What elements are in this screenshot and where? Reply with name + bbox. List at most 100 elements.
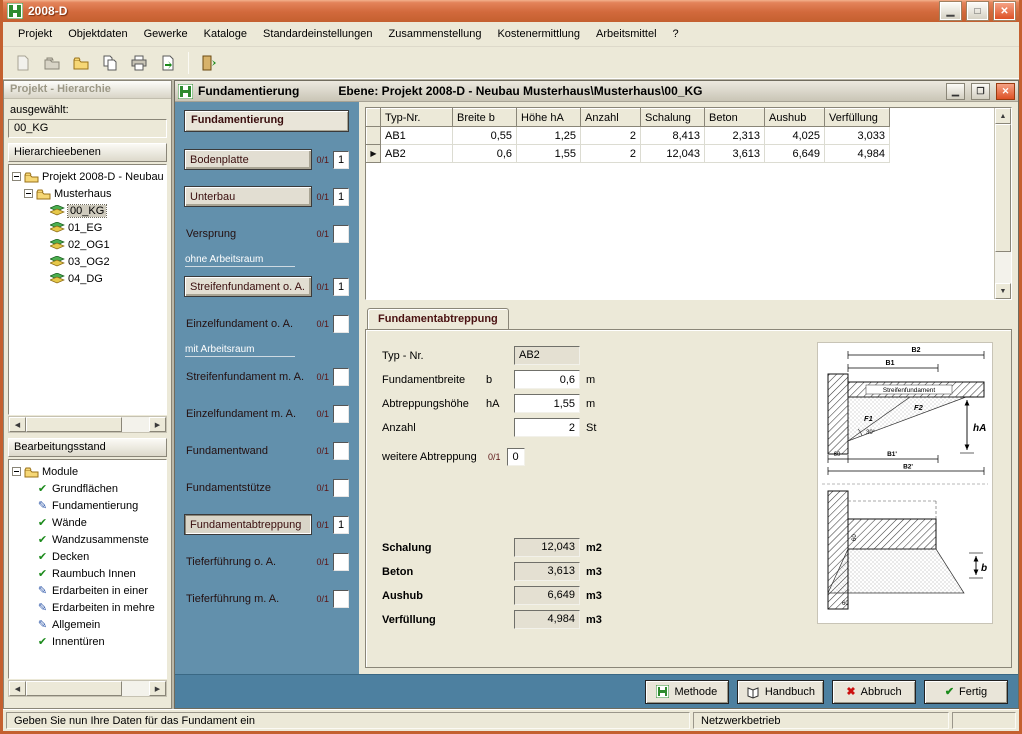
- section-ohne-arbeitsraum: ohne Arbeitsraum: [185, 254, 295, 267]
- scroll-up-icon[interactable]: ▲: [995, 108, 1011, 124]
- maximize-button[interactable]: □: [967, 2, 988, 20]
- fundamentwand-button[interactable]: Fundamentwand: [184, 445, 312, 457]
- fundamentstuetze-button[interactable]: Fundamentstütze: [184, 482, 312, 494]
- unterbau-button[interactable]: Unterbau: [184, 186, 312, 207]
- count-field[interactable]: [333, 553, 349, 571]
- grid-row-ab1[interactable]: AB1 0,55 1,25 2 8,413 2,313 4,025 3,033: [367, 127, 890, 145]
- count-field[interactable]: 1: [333, 516, 349, 534]
- export-icon[interactable]: [155, 50, 181, 76]
- menu-zusammenstellung[interactable]: Zusammenstellung: [382, 25, 489, 43]
- einzelfundament-oa-button[interactable]: Einzelfundament o. A.: [184, 318, 312, 330]
- col-schalung[interactable]: Schalung: [641, 109, 705, 127]
- count-field[interactable]: [333, 225, 349, 243]
- scroll-down-icon[interactable]: ▼: [995, 283, 1011, 299]
- module-item[interactable]: ✎Fundamentierung: [10, 497, 165, 514]
- module-item[interactable]: ✔Innentüren: [10, 633, 165, 650]
- scrollbar-thumb[interactable]: [995, 124, 1011, 252]
- count-field[interactable]: [333, 368, 349, 386]
- streifenfundament-oa-button[interactable]: Streifenfundament o. A.: [184, 276, 312, 297]
- anzahl-input[interactable]: [514, 418, 580, 437]
- col-aushub[interactable]: Aushub: [765, 109, 825, 127]
- count-field[interactable]: 1: [333, 151, 349, 169]
- tree-node-project[interactable]: Projekt 2008-D - Neubau: [10, 168, 165, 185]
- col-verfuellung[interactable]: Verfüllung: [825, 109, 890, 127]
- fundamentbreite-input[interactable]: [514, 370, 580, 389]
- module-item[interactable]: ✔Wandzusammenste: [10, 531, 165, 548]
- tree-leaf-02og1[interactable]: 02_OG1: [10, 236, 165, 253]
- restore-button[interactable]: ❐: [971, 83, 990, 100]
- fundamentabtreppung-panel: Typ - Nr. AB2 Fundamentbreite b m: [365, 329, 1012, 668]
- open-project-icon[interactable]: [39, 50, 65, 76]
- tieferfuehrung-ma-button[interactable]: Tieferführung m. A.: [184, 593, 312, 605]
- module-item[interactable]: ✔Wände: [10, 514, 165, 531]
- count-field[interactable]: [333, 479, 349, 497]
- count-field[interactable]: [333, 590, 349, 608]
- scroll-left-icon[interactable]: ◀: [9, 681, 26, 696]
- minimize-button[interactable]: ▁: [946, 83, 965, 100]
- col-anzahl[interactable]: Anzahl: [581, 109, 641, 127]
- collapse-icon[interactable]: [12, 467, 21, 476]
- collapse-icon[interactable]: [24, 189, 33, 198]
- menu-gewerke[interactable]: Gewerke: [137, 25, 195, 43]
- col-beton[interactable]: Beton: [705, 109, 765, 127]
- new-document-icon[interactable]: [10, 50, 36, 76]
- tab-fundamentabtreppung[interactable]: Fundamentabtreppung: [367, 308, 509, 329]
- module-item[interactable]: ✔Raumbuch Innen: [10, 565, 165, 582]
- collapse-icon[interactable]: [12, 172, 21, 181]
- menu-arbeitsmittel[interactable]: Arbeitsmittel: [589, 25, 664, 43]
- minimize-button[interactable]: ▁: [940, 2, 961, 20]
- module-item[interactable]: ✎Erdarbeiten in mehre: [10, 599, 165, 616]
- scroll-right-icon[interactable]: ▶: [149, 417, 166, 432]
- bodenplatte-button[interactable]: Bodenplatte: [184, 149, 312, 170]
- abbruch-button[interactable]: ✖ Abbruch: [832, 680, 916, 704]
- scrollbar-thumb[interactable]: [26, 681, 122, 696]
- scrollbar-thumb[interactable]: [26, 417, 122, 432]
- module-item[interactable]: ✎Allgemein: [10, 616, 165, 633]
- unit-m: m: [586, 398, 595, 410]
- print-icon[interactable]: [126, 50, 152, 76]
- count-field[interactable]: 1: [333, 188, 349, 206]
- col-typ-nr[interactable]: Typ-Nr.: [381, 109, 453, 127]
- col-hoehe-ha[interactable]: Höhe hA: [517, 109, 581, 127]
- tieferfuehrung-oa-button[interactable]: Tieferführung o. A.: [184, 556, 312, 568]
- grid-row-ab2-selected[interactable]: ▶ AB2 0,6 1,55 2 12,043 3,613 6,649 4,98…: [367, 145, 890, 163]
- copy-icon[interactable]: [97, 50, 123, 76]
- count-field[interactable]: [333, 405, 349, 423]
- streifenfundament-ma-button[interactable]: Streifenfundament m. A.: [184, 371, 312, 383]
- count-field[interactable]: [333, 315, 349, 333]
- close-button[interactable]: ✕: [996, 83, 1015, 100]
- tree-leaf-00kg[interactable]: 00_KG: [10, 202, 165, 219]
- count-field[interactable]: 1: [333, 278, 349, 296]
- tree-node-module[interactable]: Module: [10, 463, 165, 480]
- weitere-abtreppung-field[interactable]: 0: [507, 448, 525, 466]
- fertig-button[interactable]: ✔ Fertig: [924, 680, 1008, 704]
- tree-leaf-01eg[interactable]: 01_EG: [10, 219, 165, 236]
- tree-node-label: Projekt 2008-D - Neubau: [42, 171, 164, 183]
- abtreppungshoehe-input[interactable]: [514, 394, 580, 413]
- module-item[interactable]: ✔Grundflächen: [10, 480, 165, 497]
- tree-leaf-03og2[interactable]: 03_OG2: [10, 253, 165, 270]
- einzelfundament-ma-button[interactable]: Einzelfundament m. A.: [184, 408, 312, 420]
- close-button[interactable]: ✕: [994, 2, 1015, 20]
- svg-text:F2: F2: [914, 403, 924, 412]
- module-item[interactable]: ✎Erdarbeiten in einer: [10, 582, 165, 599]
- menu-objektdaten[interactable]: Objektdaten: [61, 25, 134, 43]
- menu-kataloge[interactable]: Kataloge: [197, 25, 254, 43]
- exit-icon[interactable]: [196, 50, 222, 76]
- module-item[interactable]: ✔Decken: [10, 548, 165, 565]
- methode-button[interactable]: Methode: [645, 680, 729, 704]
- versprung-button[interactable]: Versprung: [184, 228, 312, 240]
- scroll-right-icon[interactable]: ▶: [149, 681, 166, 696]
- menu-standardeinstellungen[interactable]: Standardeinstellungen: [256, 25, 379, 43]
- menu-help[interactable]: ?: [666, 25, 686, 43]
- fundamentabtreppung-button[interactable]: Fundamentabtreppung: [184, 514, 312, 535]
- folder-icon[interactable]: [68, 50, 94, 76]
- tree-node-musterhaus[interactable]: Musterhaus: [10, 185, 165, 202]
- count-field[interactable]: [333, 442, 349, 460]
- menu-projekt[interactable]: Projekt: [11, 25, 59, 43]
- scroll-left-icon[interactable]: ◀: [9, 417, 26, 432]
- col-breite-b[interactable]: Breite b: [453, 109, 517, 127]
- handbuch-button[interactable]: Handbuch: [737, 680, 824, 704]
- menu-kostenermittlung[interactable]: Kostenermittlung: [490, 25, 587, 43]
- tree-leaf-04dg[interactable]: 04_DG: [10, 270, 165, 287]
